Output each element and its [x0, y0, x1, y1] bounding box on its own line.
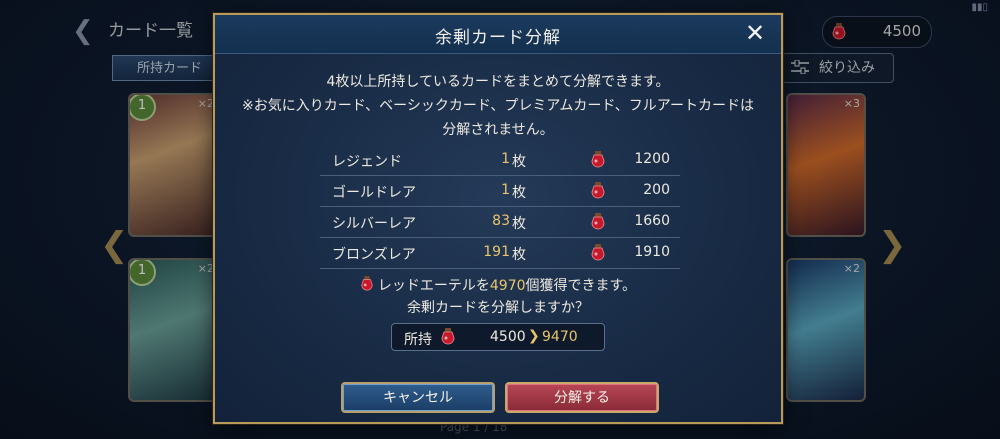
rarity-name: シルバーレア [332, 216, 416, 232]
owned-current: 4500 [490, 329, 526, 345]
table-row: レジェンド 1 枚 1200 [320, 145, 680, 176]
arrow-right-icon: ❯ [528, 328, 540, 344]
table-row: ゴールドレア 1 枚 200 [320, 176, 680, 207]
description-line-1: 4枚以上所持しているカードをまとめて分解できます。 [326, 74, 670, 90]
table-row: シルバーレア 83 枚 1660 [320, 207, 680, 238]
rarity-table: レジェンド 1 枚 1200 ゴールドレア 1 枚 200 シルバーレア 83 … [320, 145, 680, 269]
close-icon[interactable]: ✕ [743, 21, 767, 45]
ether-amount: 200 [643, 182, 670, 198]
card-count: 1 [501, 151, 510, 167]
rarity-name: レジェンド [332, 154, 402, 170]
count-unit: 枚 [512, 154, 526, 170]
red-ether-icon [590, 181, 606, 201]
card-count: 191 [483, 244, 510, 260]
red-ether-icon [360, 275, 374, 293]
red-ether-icon [440, 327, 456, 347]
gain-message: レッドエーテルを4970個獲得できます。 [215, 275, 781, 295]
dialog-header: 余剰カード分解 ✕ [215, 15, 781, 54]
ether-amount: 1910 [634, 244, 670, 260]
count-unit: 枚 [512, 185, 526, 201]
description-line-2: ※お気に入りカード、ベーシックカード、プレミアムカード、フルアートカードは [242, 98, 754, 114]
owned-ether-display: 所持 4500 ❯ 9470 [391, 323, 605, 351]
owned-after: 9470 [542, 329, 578, 345]
red-ether-icon [590, 212, 606, 232]
owned-label: 所持 [404, 332, 432, 348]
card-count: 1 [501, 182, 510, 198]
rarity-name: ブロンズレア [332, 247, 416, 263]
gain-amount: 4970 [489, 278, 526, 294]
count-unit: 枚 [512, 216, 526, 232]
description-line-3: 分解されません。 [442, 122, 554, 138]
disassemble-button[interactable]: 分解する [505, 382, 659, 413]
table-row: ブロンズレア 191 枚 1910 [320, 238, 680, 269]
dialog-title: 余剰カード分解 [435, 28, 561, 48]
disassemble-dialog: 余剰カード分解 ✕ 4枚以上所持しているカードをまとめて分解できます。 ※お気に… [213, 13, 783, 424]
red-ether-icon [590, 243, 606, 263]
confirm-question: 余剰カードを分解しますか？ [407, 300, 589, 316]
gain-prefix: レッドエーテルを [377, 278, 490, 294]
card-count: 83 [492, 213, 510, 229]
ether-amount: 1200 [634, 151, 670, 167]
rarity-name: ゴールドレア [332, 185, 416, 201]
count-unit: 枚 [512, 247, 526, 263]
gain-suffix: 個獲得できます。 [525, 278, 637, 294]
cancel-button[interactable]: キャンセル [341, 382, 495, 413]
ether-amount: 1660 [634, 213, 670, 229]
red-ether-icon [590, 150, 606, 170]
